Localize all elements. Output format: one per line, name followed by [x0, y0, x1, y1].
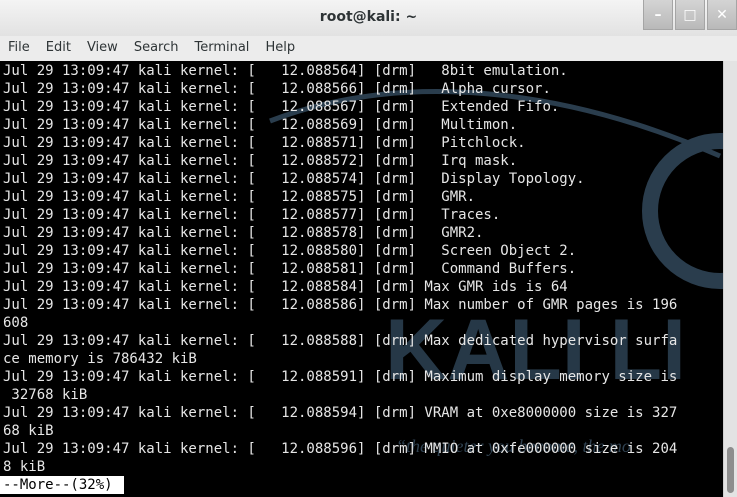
menu-terminal[interactable]: Terminal [186, 36, 257, 61]
log-line: Jul 29 13:09:47 kali kernel: [ 12.088596… [3, 441, 678, 457]
log-line: Jul 29 13:09:47 kali kernel: [ 12.088575… [3, 189, 476, 205]
terminal-output[interactable]: KALI LI “the quieter you become, the mo … [0, 61, 723, 497]
log-line: Jul 29 13:09:47 kali kernel: [ 12.088586… [3, 297, 678, 313]
menu-help[interactable]: Help [257, 36, 303, 61]
menu-search[interactable]: Search [126, 36, 187, 61]
log-line: Jul 29 13:09:47 kali kernel: [ 12.088578… [3, 225, 484, 241]
more-prompt: --More--(32%) [0, 476, 124, 494]
title-bar[interactable]: root@kali: ~ – □ ✕ [0, 0, 737, 37]
maximize-icon: □ [683, 6, 697, 23]
log-line: 68 kiB [3, 423, 54, 439]
log-line: Jul 29 13:09:47 kali kernel: [ 12.088588… [3, 333, 678, 349]
log-line: Jul 29 13:09:47 kali kernel: [ 12.088564… [3, 63, 568, 79]
log-line: Jul 29 13:09:47 kali kernel: [ 12.088580… [3, 243, 577, 259]
maximize-button[interactable]: □ [675, 0, 705, 30]
log-line: Jul 29 13:09:47 kali kernel: [ 12.088577… [3, 207, 501, 223]
log-line: Jul 29 13:09:47 kali kernel: [ 12.088571… [3, 135, 526, 151]
scrollbar[interactable] [723, 61, 737, 497]
menu-view[interactable]: View [79, 36, 126, 61]
log-line: Jul 29 13:09:47 kali kernel: [ 12.088574… [3, 171, 585, 187]
log-line: 608 [3, 315, 29, 331]
minimize-button[interactable]: – [643, 0, 673, 30]
log-line: Jul 29 13:09:47 kali kernel: [ 12.088591… [3, 369, 678, 385]
log-line: Jul 29 13:09:47 kali kernel: [ 12.088581… [3, 261, 577, 277]
log-line: Jul 29 13:09:47 kali kernel: [ 12.088584… [3, 279, 568, 295]
log-line: 8 kiB [3, 459, 46, 475]
log-line: Jul 29 13:09:47 kali kernel: [ 12.088569… [3, 117, 518, 133]
menu-bar: File Edit View Search Terminal Help [0, 36, 737, 61]
close-icon: ✕ [716, 6, 728, 23]
log-line: Jul 29 13:09:47 kali kernel: [ 12.088594… [3, 405, 678, 421]
menu-edit[interactable]: Edit [38, 36, 79, 61]
close-button[interactable]: ✕ [707, 0, 737, 30]
log-line: ce memory is 786432 kiB [3, 351, 197, 367]
log-line: 32768 kiB [3, 387, 88, 403]
log-lines: Jul 29 13:09:47 kali kernel: [ 12.088564… [3, 62, 677, 476]
window-controls: – □ ✕ [641, 0, 737, 30]
log-line: Jul 29 13:09:47 kali kernel: [ 12.088567… [3, 99, 560, 115]
log-line: Jul 29 13:09:47 kali kernel: [ 12.088572… [3, 153, 518, 169]
scrollbar-thumb[interactable] [727, 447, 734, 493]
terminal-window: root@kali: ~ – □ ✕ File Edit View Search… [0, 0, 737, 497]
menu-file[interactable]: File [0, 36, 38, 61]
log-line: Jul 29 13:09:47 kali kernel: [ 12.088566… [3, 81, 551, 97]
window-title: root@kali: ~ [319, 9, 418, 25]
minimize-icon: – [654, 6, 662, 23]
